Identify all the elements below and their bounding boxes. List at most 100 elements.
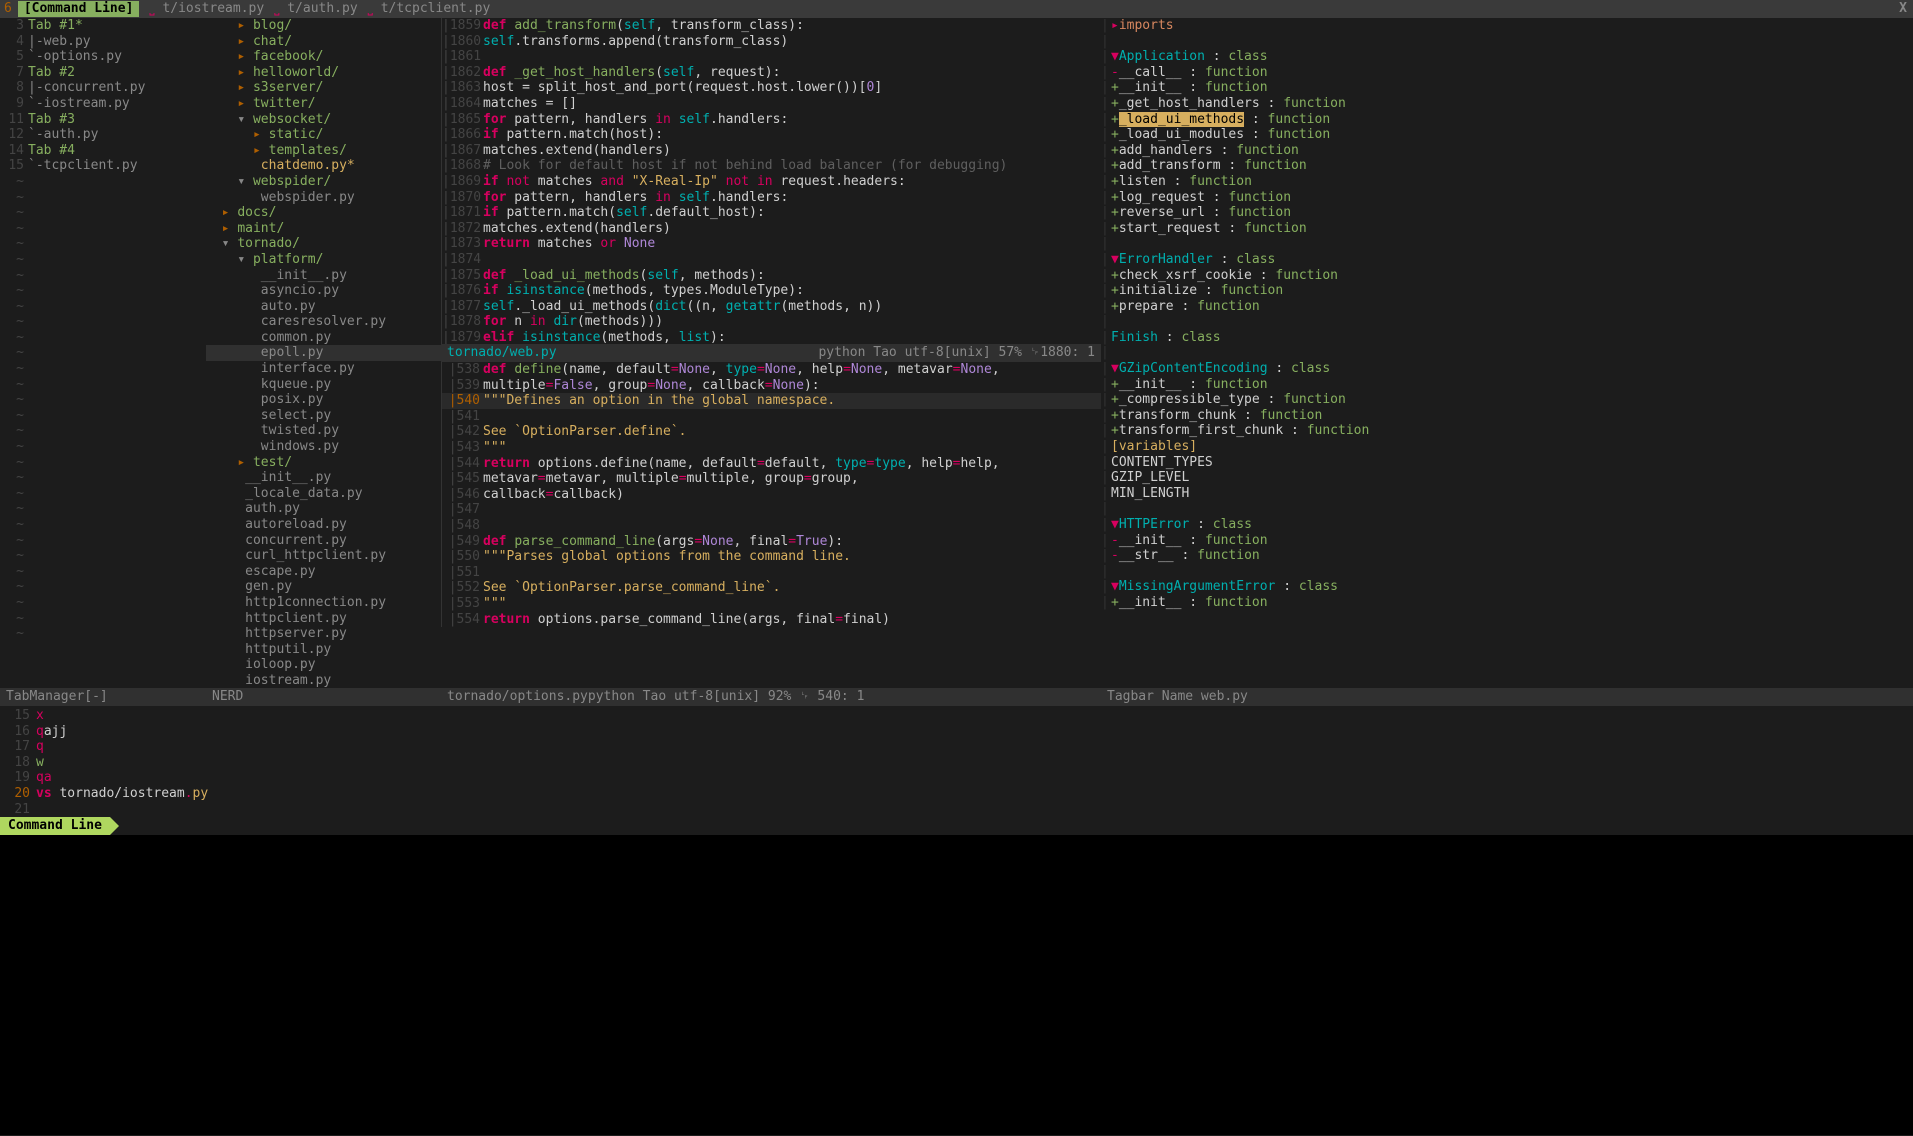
command-window[interactable]: 15x16qajj17q18w19qa20vs tornado/iostream… — [0, 706, 1913, 817]
nerd-item[interactable]: httputil.py — [206, 642, 441, 658]
tag-item[interactable]: | -__str__ : function — [1101, 548, 1913, 564]
nerd-item[interactable]: ▸ blog/ — [206, 18, 441, 34]
nerd-item[interactable]: ▸ twitter/ — [206, 96, 441, 112]
code-line[interactable]: |545 metavar=metavar, multiple=multiple,… — [441, 471, 1101, 487]
tabmgr-item[interactable]: Tab #3 — [28, 112, 75, 128]
code-line[interactable]: |1875 def _load_ui_methods(self, methods… — [441, 268, 1101, 284]
tag-item[interactable]: | +start_request : function — [1101, 221, 1913, 237]
tag-item[interactable]: |▼ ErrorHandler : class — [1101, 252, 1913, 268]
code-line[interactable]: |1879 elif isinstance(methods, list): — [441, 330, 1101, 344]
tag-item[interactable]: | +_get_host_handlers : function — [1101, 96, 1913, 112]
tabmgr-item[interactable]: `-options.py — [28, 49, 122, 65]
code-line[interactable]: |1877 self._load_ui_methods(dict((n, get… — [441, 299, 1101, 315]
tag-item[interactable]: | +_load_ui_methods : function — [1101, 112, 1913, 128]
tag-item[interactable]: | +log_request : function — [1101, 190, 1913, 206]
code-line[interactable]: |546 callback=callback) — [441, 487, 1101, 503]
tag-item[interactable]: | +reverse_url : function — [1101, 205, 1913, 221]
tag-item[interactable]: | +transform_first_chunk : function — [1101, 423, 1913, 439]
code-line[interactable]: |1867 matches.extend(handlers) — [441, 143, 1101, 159]
nerd-item[interactable]: ioloop.py — [206, 657, 441, 673]
code-line[interactable]: |552 See `OptionParser.parse_command_lin… — [441, 580, 1101, 596]
nerd-item[interactable]: ▸ facebook/ — [206, 49, 441, 65]
tagbar-panel[interactable]: |▸ imports | |▼ Application : class| -__c… — [1101, 18, 1913, 688]
tabmgr-item[interactable]: `-auth.py — [28, 127, 98, 143]
tag-item[interactable]: | — [1101, 236, 1913, 252]
tag-item[interactable]: |▸ imports — [1101, 18, 1913, 34]
tag-item[interactable]: | MIN_LENGTH — [1101, 486, 1913, 502]
nerd-item[interactable]: interface.py — [206, 361, 441, 377]
tag-item[interactable]: | +__init__ : function — [1101, 377, 1913, 393]
tag-item[interactable]: | +prepare : function — [1101, 299, 1913, 315]
code-line[interactable]: |544 return options.define(name, default… — [441, 456, 1101, 472]
tag-item[interactable]: | +__init__ : function — [1101, 595, 1913, 611]
tag-item[interactable]: |▼ GZipContentEncoding : class — [1101, 361, 1913, 377]
nerd-item[interactable]: common.py — [206, 330, 441, 346]
nerd-item[interactable]: ▸ maint/ — [206, 221, 441, 237]
tabmgr-item[interactable]: `-tcpclient.py — [28, 158, 138, 174]
nerd-item[interactable]: epoll.py — [206, 345, 441, 361]
nerd-item[interactable]: caresresolver.py — [206, 314, 441, 330]
tag-item[interactable]: | — [1101, 314, 1913, 330]
nerd-item[interactable]: ▸ docs/ — [206, 205, 441, 221]
nerd-item[interactable]: ▸ test/ — [206, 455, 441, 471]
tag-item[interactable]: | -__call__ : function — [1101, 65, 1913, 81]
tabmgr-item[interactable]: Tab #1* — [28, 18, 83, 34]
tag-item[interactable]: | +check_xsrf_cookie : function — [1101, 268, 1913, 284]
nerd-item[interactable]: http1connection.py — [206, 595, 441, 611]
code-line[interactable]: |541 — [441, 409, 1101, 425]
nerd-item[interactable]: auth.py — [206, 501, 441, 517]
nerd-item[interactable]: ▾ webspider/ — [206, 174, 441, 190]
nerd-item[interactable]: kqueue.py — [206, 377, 441, 393]
code-line[interactable]: |1873 return matches or None — [441, 236, 1101, 252]
nerd-item[interactable]: httpserver.py — [206, 626, 441, 642]
code-line[interactable]: |539 multiple=False, group=None, callbac… — [441, 378, 1101, 394]
tabmgr-item[interactable]: Tab #2 — [28, 65, 75, 81]
nerd-item[interactable]: auto.py — [206, 299, 441, 315]
code-line[interactable]: |1876 if isinstance(methods, types.Modul… — [441, 283, 1101, 299]
tag-item[interactable]: | [variables] — [1101, 439, 1913, 455]
tabmgr-item[interactable]: `-iostream.py — [28, 96, 130, 112]
tag-item[interactable]: |▼ Application : class — [1101, 49, 1913, 65]
nerd-item[interactable]: ▸ helloworld/ — [206, 65, 441, 81]
nerd-item[interactable]: twisted.py — [206, 423, 441, 439]
code-line[interactable]: |1872 matches.extend(handlers) — [441, 221, 1101, 237]
code-line[interactable]: |1861 — [441, 49, 1101, 65]
tab[interactable]: ⎵ t/tcpclient.py — [368, 1, 491, 16]
nerd-item[interactable]: __init__.py — [206, 268, 441, 284]
tag-item[interactable]: | +add_transform : function — [1101, 158, 1913, 174]
tag-item[interactable]: | +_compressible_type : function — [1101, 392, 1913, 408]
cmd-line[interactable]: 20vs tornado/iostream.py — [0, 786, 1913, 802]
cmd-line[interactable]: 21 — [0, 802, 1913, 818]
code-line[interactable]: |1862 def _get_host_handlers(self, reque… — [441, 65, 1101, 81]
close-icon[interactable]: X — [1899, 1, 1907, 17]
nerd-item[interactable]: concurrent.py — [206, 533, 441, 549]
code-line[interactable]: |550 """Parses global options from the c… — [441, 549, 1101, 565]
code-line[interactable]: |1878 for n in dir(methods))) — [441, 314, 1101, 330]
nerd-item[interactable]: httpclient.py — [206, 611, 441, 627]
code-line[interactable]: |1865 for pattern, handlers in self.hand… — [441, 112, 1101, 128]
nerd-item[interactable]: posix.py — [206, 392, 441, 408]
code-line[interactable]: |553 """ — [441, 596, 1101, 612]
code-line[interactable]: |1868 # Look for default host if not beh… — [441, 158, 1101, 174]
nerd-item[interactable]: _locale_data.py — [206, 486, 441, 502]
cmd-line[interactable]: 17q — [0, 739, 1913, 755]
nerd-item[interactable]: ▾ tornado/ — [206, 236, 441, 252]
tag-item[interactable]: | +transform_chunk : function — [1101, 408, 1913, 424]
code-line[interactable]: |1866 if pattern.match(host): — [441, 127, 1101, 143]
nerd-item[interactable]: ▾ platform/ — [206, 252, 441, 268]
tag-item[interactable]: | Finish : class — [1101, 330, 1913, 346]
nerd-item[interactable]: curl_httpclient.py — [206, 548, 441, 564]
tag-item[interactable]: | -__init__ : function — [1101, 533, 1913, 549]
code-line[interactable]: |1859 def add_transform(self, transform_… — [441, 18, 1101, 34]
cmd-line[interactable]: 18w — [0, 755, 1913, 771]
nerd-item[interactable]: asyncio.py — [206, 283, 441, 299]
cmd-line[interactable]: 19qa — [0, 770, 1913, 786]
code-line[interactable]: |1874 — [441, 252, 1101, 268]
nerd-item[interactable]: windows.py — [206, 439, 441, 455]
nerd-item[interactable]: __init__.py — [206, 470, 441, 486]
tag-item[interactable]: |▼ MissingArgumentError : class — [1101, 579, 1913, 595]
code-line[interactable]: |554 return options.parse_command_line(a… — [441, 612, 1101, 628]
cmd-line[interactable]: 16qajj — [0, 724, 1913, 740]
tab[interactable]: ⎵ t/iostream.py — [149, 1, 264, 16]
code-line[interactable]: |1860 self.transforms.append(transform_c… — [441, 34, 1101, 50]
